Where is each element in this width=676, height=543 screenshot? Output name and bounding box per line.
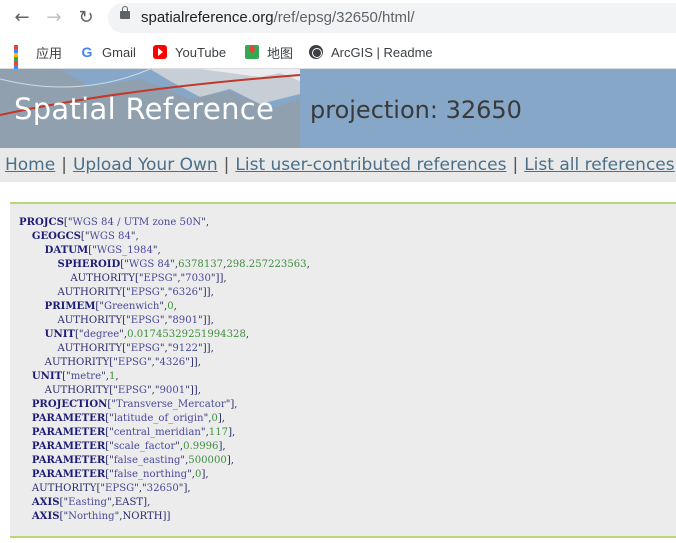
nav-separator: |	[223, 155, 230, 175]
address-bar[interactable]: spatialreference.org/ref/epsg/32650/html…	[108, 3, 676, 33]
arcgis-icon	[309, 45, 323, 59]
bookmark-label: 应用	[36, 45, 63, 61]
site-title[interactable]: Spatial Reference	[14, 92, 274, 126]
nav-separator: |	[512, 155, 519, 175]
page-heading: projection: 32650	[310, 96, 522, 124]
bookmark-arcgis[interactable]: ArcGIS | Readme	[309, 43, 433, 61]
back-icon[interactable]: ←	[10, 6, 34, 30]
nav-link-home[interactable]: Home	[5, 155, 55, 175]
bookmark-label: ArcGIS | Readme	[331, 44, 433, 60]
nav-separator: |	[61, 155, 67, 175]
bookmark-label: Gmail	[102, 44, 136, 60]
forward-icon[interactable]: →	[42, 6, 66, 30]
bookmark-gmail[interactable]: G Gmail	[80, 43, 136, 61]
bookmark-apps[interactable]: 应用	[14, 43, 63, 81]
lock-icon[interactable]	[120, 6, 130, 19]
bookmark-youtube[interactable]: YouTube	[153, 43, 226, 61]
url-text[interactable]: spatialreference.org/ref/epsg/32650/html…	[141, 9, 415, 26]
youtube-icon	[153, 45, 167, 59]
bookmark-label: 地图	[267, 45, 294, 61]
bookmark-maps[interactable]: 地图	[245, 43, 293, 61]
maps-icon	[245, 45, 259, 59]
nav-link-upload[interactable]: Upload Your Own	[73, 155, 218, 175]
site-banner: Spatial Reference projection: 32650	[0, 69, 676, 148]
nav-link-all-refs[interactable]: List all references	[524, 155, 674, 175]
apps-icon	[14, 45, 28, 81]
nav-bar: Home | Upload Your Own | List user-contribut…	[0, 148, 676, 182]
wkt-block: PROJCS["WGS 84 / UTM zone 50N", GEOGCS["…	[10, 202, 676, 538]
google-icon: G	[81, 44, 93, 60]
reload-icon[interactable]: ↻	[74, 6, 98, 30]
bookmarks-bar: 应用 G Gmail YouTube 地图 ArcGIS | Readme	[0, 36, 676, 81]
wkt-text: PROJCS["WGS 84 / UTM zone 50N", GEOGCS["…	[19, 217, 310, 522]
bookmark-label: YouTube	[175, 44, 227, 60]
nav-link-user-refs[interactable]: List user-contributed references	[235, 155, 506, 175]
browser-toolbar: ← → ↻ spatialreference.org/ref/epsg/3265…	[0, 0, 676, 36]
